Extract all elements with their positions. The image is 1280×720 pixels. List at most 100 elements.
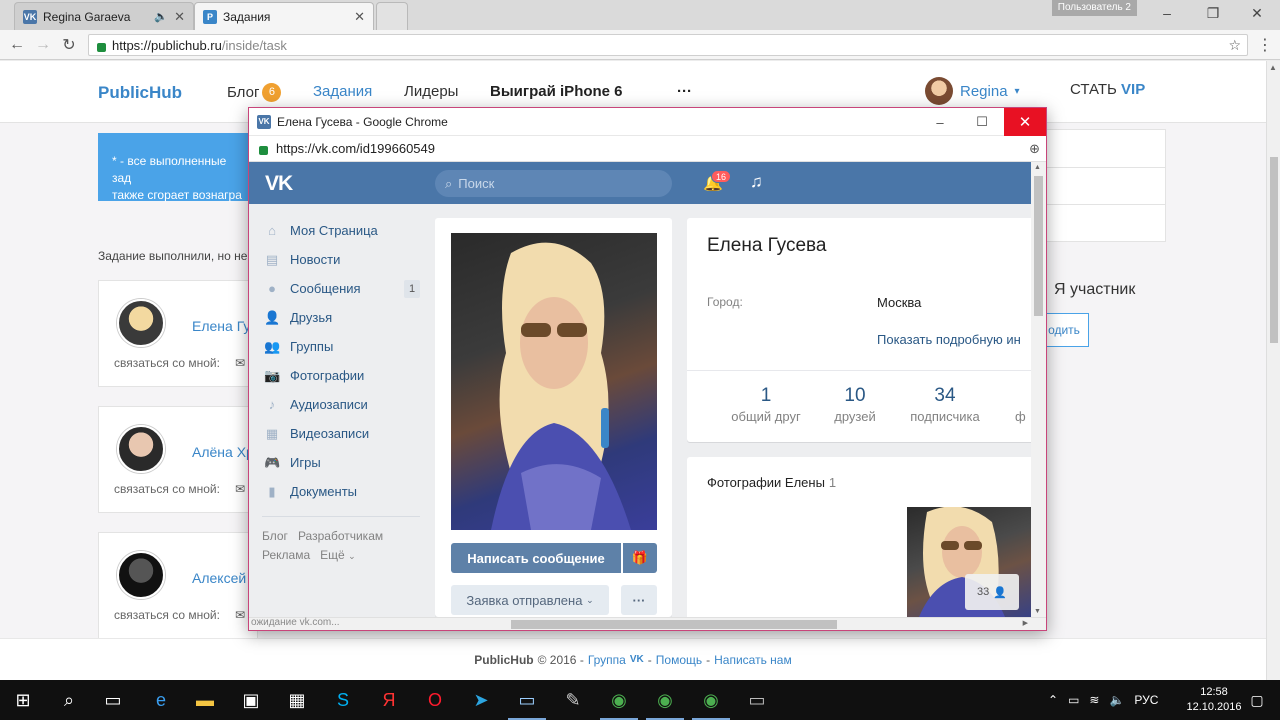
footer-write-link[interactable]: Написать нам — [714, 653, 792, 667]
minimize-icon[interactable]: – — [1152, 2, 1182, 24]
footer-group-link[interactable]: Группа — [588, 653, 626, 667]
stat-friends[interactable]: 10 друзей — [810, 385, 900, 424]
photos-title[interactable]: Фотографии Елены 1 — [707, 475, 836, 490]
gift-icon[interactable]: 🎁 — [623, 543, 657, 573]
chevron-up-icon[interactable]: ⌃ — [1048, 693, 1058, 707]
chrome-icon[interactable]: ◉ — [642, 680, 688, 720]
mail-icon[interactable]: ✉ — [235, 356, 245, 370]
back-icon[interactable]: ← — [6, 34, 28, 56]
footer-blog-link[interactable]: Блог — [262, 529, 288, 543]
footer-more-link[interactable]: Ещё — [320, 548, 345, 562]
stat-followers[interactable]: 34 подписчика — [900, 385, 990, 424]
page-scrollbar[interactable]: ▲ — [1266, 61, 1280, 680]
volume-icon[interactable]: 🔈 — [1109, 693, 1124, 707]
menu-item-news[interactable]: ▤ Новости — [262, 245, 420, 274]
popup-vertical-scrollbar[interactable]: ▲ ▼ — [1031, 162, 1046, 617]
windows-start-icon[interactable]: ⊞ — [0, 680, 46, 720]
menu-icon[interactable]: ⋮ — [1254, 34, 1276, 56]
footer-dev-link[interactable]: Разработчикам — [298, 529, 383, 543]
nav-more[interactable]: ··· — [677, 83, 692, 100]
opera-icon[interactable]: O — [412, 680, 458, 720]
send-message-button[interactable]: Написать сообщение — [451, 543, 621, 573]
show-more-link[interactable]: Показать подробную ин — [877, 332, 1021, 347]
menu-item-games[interactable]: 🎮 Игры — [262, 448, 420, 477]
mail-icon[interactable]: ✉ — [235, 608, 245, 622]
close-icon[interactable]: ✕ — [174, 9, 185, 25]
scrollbar-thumb[interactable] — [1034, 176, 1043, 316]
notifications-icon[interactable]: ▢ — [1234, 680, 1280, 720]
scroll-down-icon[interactable]: ▼ — [1034, 608, 1041, 615]
calculator-icon[interactable]: ▦ — [274, 680, 320, 720]
media-icon[interactable]: ▭ — [734, 680, 780, 720]
reload-icon[interactable]: ↻ — [58, 34, 80, 56]
user-card-name[interactable]: Алексей — [192, 570, 246, 586]
wifi-icon[interactable]: ≋ — [1089, 693, 1099, 707]
scrollbar-thumb[interactable] — [511, 620, 837, 629]
edge-icon[interactable]: e — [138, 680, 184, 720]
city-value[interactable]: Москва — [877, 295, 921, 310]
skype-icon[interactable]: S — [320, 680, 366, 720]
restore-icon[interactable]: ❐ — [1198, 2, 1228, 24]
maximize-icon[interactable]: ☐ — [961, 108, 1003, 136]
star-icon[interactable]: ☆ — [1228, 37, 1241, 54]
avatar[interactable] — [117, 551, 165, 599]
language-indicator[interactable]: РУС — [1134, 693, 1158, 707]
join-button[interactable]: одить — [1040, 313, 1089, 347]
footer-help-link[interactable]: Помощь — [656, 653, 702, 667]
chrome-icon[interactable]: ◉ — [688, 680, 734, 720]
monitor-icon[interactable]: ▭ — [504, 680, 550, 720]
telegram-icon[interactable]: ➤ — [458, 680, 504, 720]
user-menu[interactable]: Regina ▾ — [925, 77, 1020, 105]
footer-ads-link[interactable]: Реклама — [262, 548, 310, 562]
store-icon[interactable]: ▣ — [228, 680, 274, 720]
become-vip-link[interactable]: СТАТЬ VIP — [1070, 81, 1145, 98]
search-input[interactable]: ⌕ Поиск — [435, 170, 672, 197]
photo-count-box[interactable]: 33 👤 — [965, 574, 1019, 610]
menu-item-documents[interactable]: ▮ Документы — [262, 477, 420, 506]
profile-badge[interactable]: Пользователь 2 — [1051, 0, 1137, 16]
site-logo[interactable]: PublicHub — [98, 83, 182, 103]
avatar[interactable] — [117, 299, 165, 347]
yandex-icon[interactable]: Я — [366, 680, 412, 720]
nav-win[interactable]: Выиграй iPhone 6 — [490, 83, 623, 100]
close-icon[interactable]: ✕ — [354, 9, 365, 25]
tab-tasks[interactable]: P Задания ✕ — [194, 2, 374, 30]
avatar[interactable] — [117, 425, 165, 473]
stat-mutual-friends[interactable]: 1 общий друг — [721, 385, 811, 424]
minimize-icon[interactable]: – — [919, 108, 961, 136]
music-icon[interactable]: ♫ — [750, 172, 763, 192]
url-field[interactable]: https://publichub.ru/inside/task ☆ — [88, 34, 1248, 56]
more-actions-button[interactable]: ··· — [621, 585, 657, 615]
tab-regina[interactable]: VK Regina Garaeva 🔈 ✕ — [14, 2, 194, 30]
nav-leaders[interactable]: Лидеры — [404, 83, 458, 100]
menu-item-video[interactable]: ▦ Видеозаписи — [262, 419, 420, 448]
new-tab-button[interactable] — [376, 2, 408, 30]
menu-item-friends[interactable]: 👤 Друзья — [262, 303, 420, 332]
scroll-right-icon[interactable]: ▶ — [1023, 619, 1028, 627]
folder-icon[interactable]: ▬ — [182, 680, 228, 720]
menu-item-photos[interactable]: 📷 Фотографии — [262, 361, 420, 390]
profile-photo[interactable] — [451, 233, 657, 530]
nav-tasks[interactable]: Задания — [313, 83, 372, 100]
close-icon[interactable]: ✕ — [1004, 108, 1046, 136]
popup-horizontal-scrollbar[interactable]: ▶ — [249, 617, 1046, 630]
friend-request-button[interactable]: Заявка отправлена ⌄ — [451, 585, 609, 615]
paint-icon[interactable]: ✎ — [550, 680, 596, 720]
user-card-name[interactable]: Алёна Хр — [192, 444, 254, 460]
close-icon[interactable]: ✕ — [1242, 2, 1272, 24]
forward-icon[interactable]: → — [32, 34, 54, 56]
search-icon[interactable]: ⌕ — [46, 680, 92, 720]
mail-icon[interactable]: ✉ — [235, 482, 245, 496]
vk-logo[interactable]: VK — [265, 172, 293, 196]
menu-item-groups[interactable]: 👥 Группы — [262, 332, 420, 361]
menu-item-messages[interactable]: ● Сообщения 1 — [262, 274, 420, 303]
menu-item-my-page[interactable]: ⌂ Моя Страница — [262, 216, 420, 245]
scroll-up-icon[interactable]: ▲ — [1269, 63, 1277, 72]
chrome-icon[interactable]: ◉ — [596, 680, 642, 720]
nav-blog[interactable]: Блог 6 — [227, 83, 282, 102]
scroll-up-icon[interactable]: ▲ — [1034, 164, 1041, 171]
battery-icon[interactable]: ▭ — [1068, 693, 1079, 707]
popup-url-bar[interactable]: https://vk.com/id199660549 ⊕ — [249, 136, 1046, 162]
zoom-icon[interactable]: ⊕ — [1029, 141, 1040, 157]
menu-item-audio[interactable]: ♪ Аудиозаписи — [262, 390, 420, 419]
